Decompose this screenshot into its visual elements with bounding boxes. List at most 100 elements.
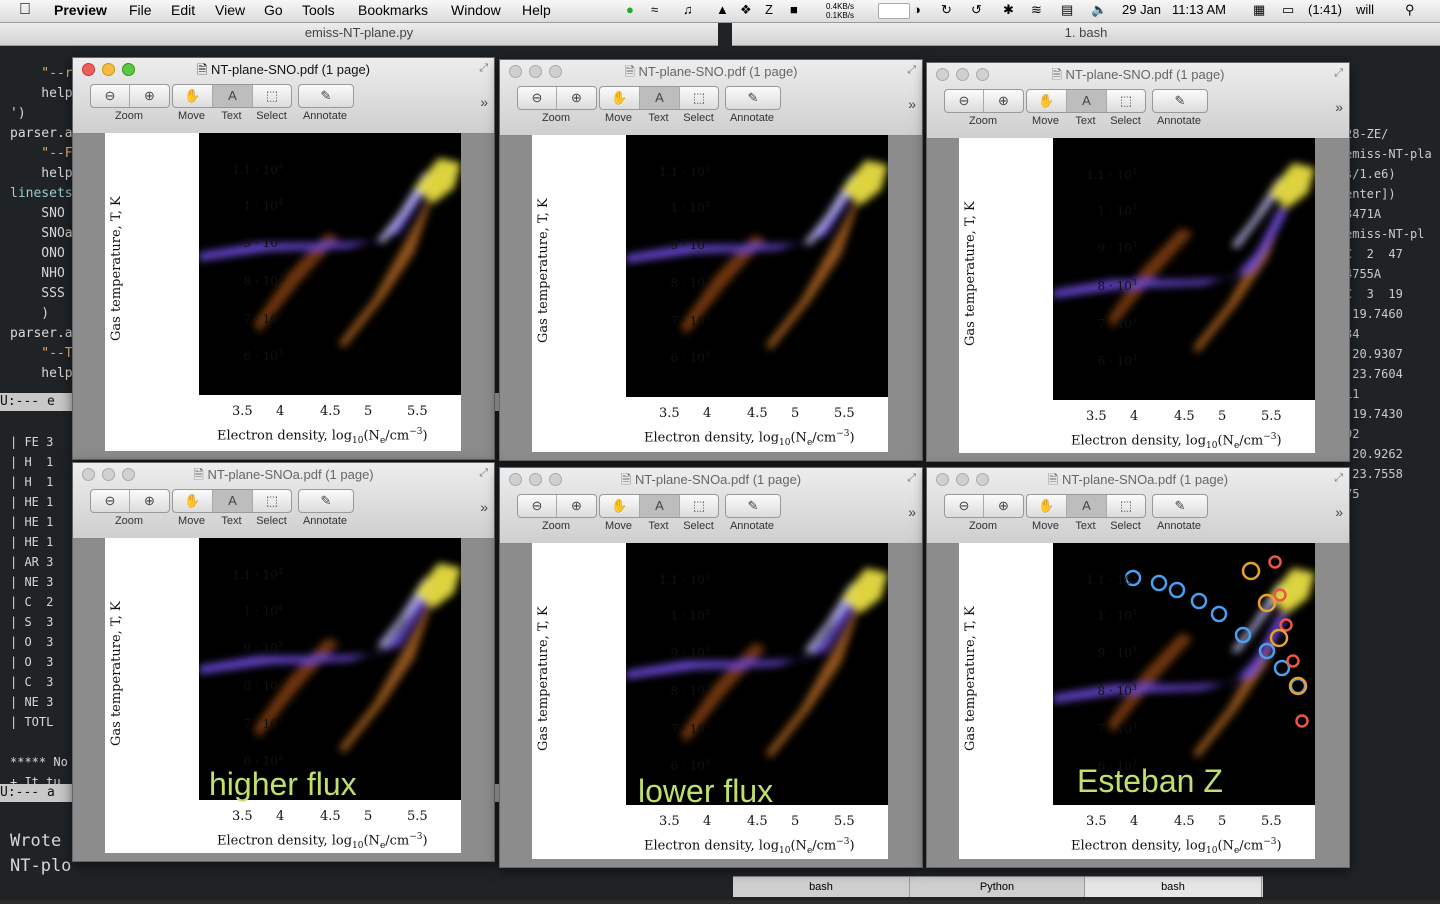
preview-titlebar[interactable]: 🗎 NT-plane-SNOa.pdf (1 page) ⤢ ⊖ ⊕ Zoom … [73, 463, 494, 539]
zoom-out-button[interactable]: ⊖ [91, 490, 130, 512]
wifi-icon[interactable]: ≋ [1031, 2, 1042, 18]
app-menu[interactable]: Preview [54, 2, 107, 18]
text-tool-button[interactable]: A [640, 495, 680, 517]
apple-menu-icon[interactable]:  [19, 1, 31, 19]
music-icon[interactable]: ♫ [683, 2, 693, 17]
fullscreen-icon[interactable]: ⤢ [479, 62, 488, 75]
spotlight-search-icon[interactable]: ⚲ [1405, 2, 1415, 18]
preview-titlebar[interactable]: 🗎 NT-plane-SNOa.pdf (1 page) ⤢ ⊖ ⊕ Zoom … [500, 468, 922, 544]
zoom-in-button[interactable]: ⊕ [984, 495, 1023, 517]
fullscreen-icon[interactable]: ⤢ [907, 472, 916, 485]
zoom-out-button[interactable]: ⊖ [945, 495, 984, 517]
move-tool-button[interactable]: ✋ [173, 490, 213, 512]
volume-icon[interactable]: 🔈 [1091, 2, 1107, 18]
annotate-button[interactable]: ✎ [299, 85, 353, 107]
annotate-button[interactable]: ✎ [726, 87, 780, 109]
preview-window-6[interactable]: 🗎 NT-plane-SNOa.pdf (1 page) ⤢ ⊖ ⊕ Zoom … [926, 467, 1350, 868]
pdf-file-icon: 🗎 [620, 472, 632, 487]
menu-edit[interactable]: Edit [171, 2, 195, 18]
text-tool-button[interactable]: A [213, 85, 253, 107]
editor-titlebar[interactable]: emiss-NT-plane.py [0, 23, 718, 46]
bluetooth-icon[interactable]: ✱ [1003, 2, 1014, 18]
user-name[interactable]: will [1356, 2, 1374, 17]
zoom-in-button[interactable]: ⊕ [130, 85, 169, 107]
menu-go[interactable]: Go [264, 2, 283, 18]
select-tool-button[interactable]: ⬚ [1107, 495, 1145, 517]
zoom-out-button[interactable]: ⊖ [945, 90, 984, 112]
toolbar-overflow-icon[interactable]: » [1335, 99, 1343, 115]
text-tool-button[interactable]: A [213, 490, 253, 512]
move-tool-button[interactable]: ✋ [600, 495, 640, 517]
calendar-icon[interactable]: ▦ [1253, 2, 1265, 18]
time-machine-icon[interactable]: ↺ [971, 2, 982, 18]
fullscreen-icon[interactable]: ⤢ [479, 467, 488, 480]
preview-window-2[interactable]: 🗎 NT-plane-SNO.pdf (1 page) ⤢ ⊖ ⊕ Zoom ✋… [499, 59, 923, 461]
menu-tools[interactable]: Tools [302, 2, 335, 18]
clock[interactable]: 11:13 AM [1172, 2, 1226, 17]
preview-titlebar[interactable]: 🗎 NT-plane-SNO.pdf (1 page) ⤢ ⊖ ⊕ Zoom ✋… [927, 63, 1349, 139]
tab-python[interactable]: Python [910, 877, 1085, 897]
evernote-icon[interactable]: ■ [790, 2, 798, 17]
preview-window-1[interactable]: 🗎 NT-plane-SNO.pdf (1 page) ⤢ ⊖ ⊕ Zoom ✋… [72, 57, 495, 460]
menu-window[interactable]: Window [451, 2, 501, 18]
move-tool-button[interactable]: ✋ [1027, 90, 1067, 112]
select-label: Select [256, 515, 287, 527]
move-tool-button[interactable]: ✋ [600, 87, 640, 109]
zoom-in-button[interactable]: ⊕ [557, 495, 596, 517]
select-tool-button[interactable]: ⬚ [253, 85, 291, 107]
menu-bookmarks[interactable]: Bookmarks [358, 2, 428, 18]
zoom-in-button[interactable]: ⊕ [984, 90, 1023, 112]
preview-window-5[interactable]: 🗎 NT-plane-SNOa.pdf (1 page) ⤢ ⊖ ⊕ Zoom … [499, 467, 923, 868]
zoom-label: Zoom [541, 112, 571, 124]
zoom-out-button[interactable]: ⊖ [518, 495, 557, 517]
move-tool-button[interactable]: ✋ [173, 85, 213, 107]
preview-titlebar[interactable]: 🗎 NT-plane-SNO.pdf (1 page) ⤢ ⊖ ⊕ Zoom ✋… [500, 60, 922, 136]
annotate-button[interactable]: ✎ [1153, 90, 1207, 112]
annotate-button[interactable]: ✎ [1153, 495, 1207, 517]
toolbar-overflow-icon[interactable]: » [480, 499, 488, 515]
select-tool-button[interactable]: ⬚ [1107, 90, 1145, 112]
fullscreen-icon[interactable]: ⤢ [1334, 472, 1343, 485]
zoom-out-button[interactable]: ⊖ [518, 87, 557, 109]
toolbar-overflow-icon[interactable]: » [480, 94, 488, 110]
fullscreen-icon[interactable]: ⤢ [907, 64, 916, 77]
monitor-graph-icon[interactable] [878, 3, 910, 19]
menu-view[interactable]: View [215, 2, 245, 18]
preview-window-4[interactable]: 🗎 NT-plane-SNOa.pdf (1 page) ⤢ ⊖ ⊕ Zoom … [72, 462, 495, 862]
text-tool-button[interactable]: A [640, 87, 680, 109]
status-check-icon[interactable]: ● [626, 2, 634, 17]
terminal-titlebar[interactable]: 1. bash [732, 23, 1440, 46]
select-tool-button[interactable]: ⬚ [253, 490, 291, 512]
terminal-output[interactable]: 28-ZE/emiss-NT-pla s/1.e6) enter]) 3471A emi… [1345, 104, 1432, 524]
display-icon[interactable]: ▤ [1061, 2, 1073, 18]
zoom-in-button[interactable]: ⊕ [130, 490, 169, 512]
preview-titlebar[interactable]: 🗎 NT-plane-SNOa.pdf (1 page) ⤢ ⊖ ⊕ Zoom … [927, 468, 1349, 544]
dropbox-icon[interactable]: ❖ [740, 2, 752, 18]
zoom-in-button[interactable]: ⊕ [557, 87, 596, 109]
toolbar-overflow-icon[interactable]: » [908, 96, 916, 112]
zoom-out-button[interactable]: ⊖ [91, 85, 130, 107]
half-moon-icon[interactable]: ◑ [913, 2, 921, 17]
date[interactable]: 29 Jan [1122, 2, 1161, 17]
menu-help[interactable]: Help [522, 2, 551, 18]
z-icon[interactable]: Z [765, 2, 773, 17]
annotate-button[interactable]: ✎ [299, 490, 353, 512]
preview-window-3[interactable]: 🗎 NT-plane-SNO.pdf (1 page) ⤢ ⊖ ⊕ Zoom ✋… [926, 62, 1350, 462]
text-tool-button[interactable]: A [1067, 90, 1107, 112]
annotate-button[interactable]: ✎ [726, 495, 780, 517]
select-tool-button[interactable]: ⬚ [680, 87, 718, 109]
move-tool-button[interactable]: ✋ [1027, 495, 1067, 517]
select-tool-button[interactable]: ⬚ [680, 495, 718, 517]
toolbar-overflow-icon[interactable]: » [1335, 504, 1343, 520]
tab-bash-1[interactable]: bash [733, 877, 910, 897]
text-tool-button[interactable]: A [1067, 495, 1107, 517]
flame-icon[interactable]: ▲ [716, 2, 729, 17]
fullscreen-icon[interactable]: ⤢ [1334, 67, 1343, 80]
preview-titlebar[interactable]: 🗎 NT-plane-SNO.pdf (1 page) ⤢ ⊖ ⊕ Zoom ✋… [73, 58, 494, 134]
tab-bash-2[interactable]: bash [1085, 877, 1262, 897]
sync-icon[interactable]: ↻ [941, 2, 952, 18]
battery-icon[interactable]: ▭ [1282, 2, 1294, 18]
toolbar-overflow-icon[interactable]: » [908, 504, 916, 520]
menu-file[interactable]: File [129, 2, 152, 18]
wifi-signal-icon[interactable]: ≈ [651, 2, 658, 17]
